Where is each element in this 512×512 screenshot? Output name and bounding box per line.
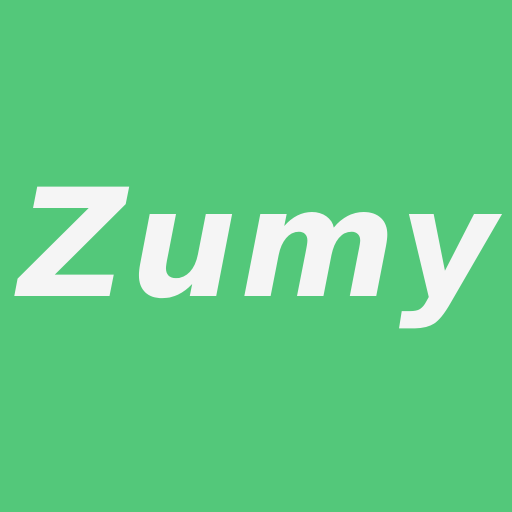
app-icon: Zumy: [0, 0, 512, 512]
logo-wordmark: Zumy: [18, 158, 500, 332]
